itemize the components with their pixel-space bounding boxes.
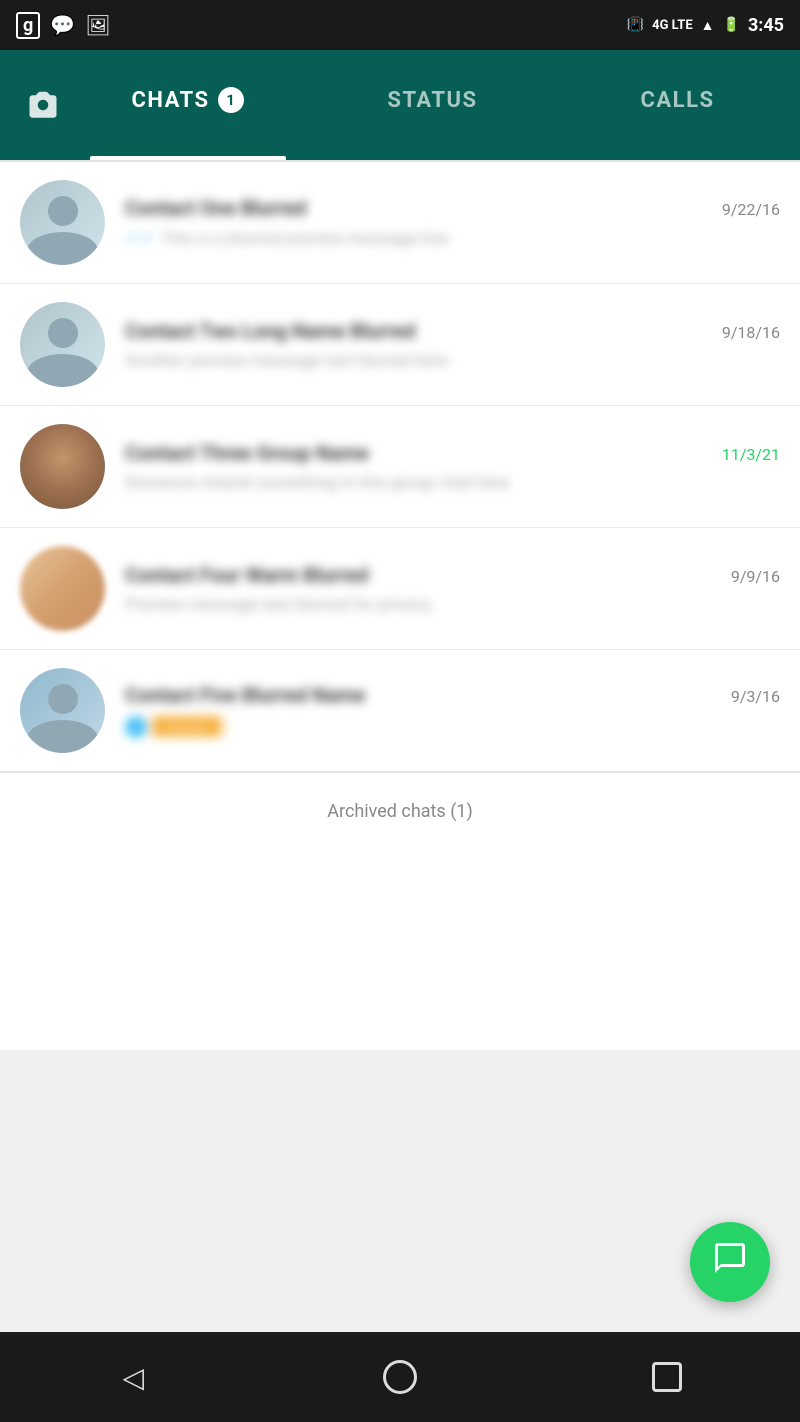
double-tick-icon-1: ✓✓	[125, 228, 155, 249]
chat-time-1: 9/22/16	[722, 200, 780, 219]
battery-icon: 🔋	[723, 17, 740, 33]
chat-content-4: Contact Four Warm Blurred 9/9/16 Preview…	[125, 563, 780, 615]
chat-header-row-2: Contact Two Long Name Blurred 9/18/16	[125, 319, 780, 343]
chat-name-5: Contact Five Blurred Name	[125, 683, 365, 707]
chat-item-1[interactable]: Contact One Blurred 9/22/16 ✓✓ This is a…	[0, 162, 800, 284]
chat-content-5: Contact Five Blurred Name 9/3/16 sticker	[125, 683, 780, 738]
status-bar: g 💬 🖼 📳 4G LTE ▲ 🔋 3:45	[0, 0, 800, 50]
tab-calls[interactable]: CALLS	[555, 50, 800, 160]
back-icon: ◁	[123, 1361, 145, 1394]
camera-button[interactable]	[20, 83, 65, 128]
chat-preview-4: Preview message text blurred for privacy	[125, 595, 780, 615]
archived-chats-section[interactable]: Archived chats (1)	[0, 772, 800, 850]
tab-calls-label: CALLS	[640, 88, 714, 113]
chat-content-3: Contact Three Group Name 11/3/21 Someone…	[125, 441, 780, 493]
gallery-status-icon: 🖼	[85, 13, 110, 37]
empty-space	[0, 850, 800, 1050]
orange-tag-5: sticker	[153, 715, 221, 738]
tab-chats[interactable]: CHATS 1	[65, 50, 310, 160]
g-app-icon: g	[16, 12, 40, 39]
status-bar-right-icons: 📳 4G LTE ▲ 🔋 3:45	[627, 15, 784, 36]
status-bar-left-icons: g 💬 🖼	[16, 12, 111, 39]
bottom-spacer	[0, 1050, 800, 1140]
chat-header-row-3: Contact Three Group Name 11/3/21	[125, 441, 780, 465]
chat-time-5: 9/3/16	[731, 687, 780, 706]
avatar-5	[20, 668, 105, 753]
chat-content-1: Contact One Blurred 9/22/16 ✓✓ This is a…	[125, 196, 780, 249]
preview-text-2: Another preview message text blurred her…	[125, 351, 448, 371]
back-button[interactable]: ◁	[93, 1337, 173, 1417]
app-header: CHATS 1 STATUS CALLS	[0, 50, 800, 160]
chat-header-row-1: Contact One Blurred 9/22/16	[125, 196, 780, 220]
avatar-face-3	[20, 424, 105, 509]
preview-text-1: This is a blurred preview message line	[161, 229, 448, 249]
preview-text-3: Someone shared something in this group c…	[125, 473, 509, 493]
chat-item-3[interactable]: Contact Three Group Name 11/3/21 Someone…	[0, 406, 800, 528]
tab-chats-label: CHATS	[131, 88, 209, 113]
tab-status-label: STATUS	[387, 88, 477, 113]
signal-icon: ▲	[701, 17, 715, 34]
home-button[interactable]	[360, 1337, 440, 1417]
chat-content-2: Contact Two Long Name Blurred 9/18/16 An…	[125, 319, 780, 371]
chat-time-3: 11/3/21	[722, 445, 780, 464]
avatar-3	[20, 424, 105, 509]
chat-item-4[interactable]: Contact Four Warm Blurred 9/9/16 Preview…	[0, 528, 800, 650]
avatar-4	[20, 546, 105, 631]
network-icon: 4G LTE	[652, 18, 693, 33]
chat-name-4: Contact Four Warm Blurred	[125, 563, 368, 587]
chat-name-3: Contact Three Group Name	[125, 441, 369, 465]
chat-name-2: Contact Two Long Name Blurred	[125, 319, 415, 343]
tab-status[interactable]: STATUS	[310, 50, 555, 160]
new-chat-fab-icon	[712, 1240, 748, 1284]
new-chat-fab[interactable]	[690, 1222, 770, 1302]
preview-text-4: Preview message text blurred for privacy	[125, 595, 431, 615]
bottom-nav-bar: ◁	[0, 1332, 800, 1422]
recent-icon	[652, 1362, 682, 1392]
clock: 3:45	[748, 15, 784, 36]
chat-header-row-5: Contact Five Blurred Name 9/3/16	[125, 683, 780, 707]
archived-chats-label: Archived chats (1)	[327, 801, 472, 822]
home-icon	[383, 1360, 417, 1394]
chat-preview-5: sticker	[125, 715, 780, 738]
avatar-1	[20, 180, 105, 265]
chat-item-2[interactable]: Contact Two Long Name Blurred 9/18/16 An…	[0, 284, 800, 406]
recent-button[interactable]	[627, 1337, 707, 1417]
chat-list: Contact One Blurred 9/22/16 ✓✓ This is a…	[0, 162, 800, 772]
chat-name-1: Contact One Blurred	[125, 196, 306, 220]
avatar-2	[20, 302, 105, 387]
chat-preview-1: ✓✓ This is a blurred preview message lin…	[125, 228, 780, 249]
chat-preview-2: Another preview message text blurred her…	[125, 351, 780, 371]
chat-header-row-4: Contact Four Warm Blurred 9/9/16	[125, 563, 780, 587]
tab-bar: CHATS 1 STATUS CALLS	[65, 50, 800, 160]
vibrate-icon: 📳	[627, 17, 644, 33]
chat-item-5[interactable]: Contact Five Blurred Name 9/3/16 sticker	[0, 650, 800, 772]
whatsapp-status-icon: 💬	[50, 13, 75, 37]
tab-active-indicator	[90, 156, 286, 160]
chat-preview-3: Someone shared something in this group c…	[125, 473, 780, 493]
blue-tag-icon-5	[125, 716, 147, 738]
chat-time-2: 9/18/16	[722, 323, 780, 342]
camera-icon	[25, 87, 61, 123]
chat-time-4: 9/9/16	[731, 567, 780, 586]
tab-chats-badge: 1	[218, 87, 244, 113]
